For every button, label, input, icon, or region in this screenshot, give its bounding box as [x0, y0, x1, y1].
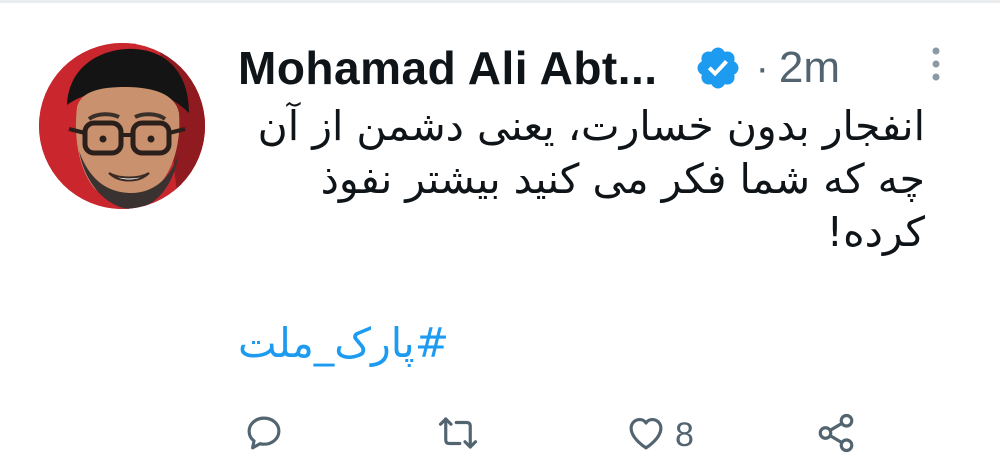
- share-icon: [815, 412, 857, 459]
- verified-badge-icon: [694, 44, 742, 92]
- avatar-portrait: [39, 43, 205, 209]
- top-divider: [0, 0, 1000, 3]
- author-avatar[interactable]: [39, 43, 205, 209]
- tweet-timestamp[interactable]: 2m: [779, 43, 840, 93]
- tweet-text: انفجار بدون خسارت، یعنی دشمن از آن چه که…: [257, 102, 925, 256]
- share-button[interactable]: [815, 412, 857, 459]
- heart-icon: [625, 412, 667, 459]
- author-name[interactable]: Mohamad Ali Abt...: [238, 41, 658, 95]
- like-button[interactable]: 8: [625, 412, 694, 459]
- tweet-actions: 8: [0, 412, 1000, 461]
- more-vertical-icon[interactable]: [926, 45, 946, 85]
- reply-button[interactable]: [243, 412, 285, 459]
- tweet-header: Mohamad Ali Abt... · 2m: [238, 38, 840, 98]
- header-separator: ·: [755, 45, 769, 90]
- like-count: 8: [675, 416, 694, 454]
- retweet-icon: [437, 412, 479, 459]
- hashtag-link[interactable]: #پارک_ملت: [238, 315, 468, 371]
- retweet-button[interactable]: [437, 412, 479, 459]
- reply-icon: [243, 412, 285, 459]
